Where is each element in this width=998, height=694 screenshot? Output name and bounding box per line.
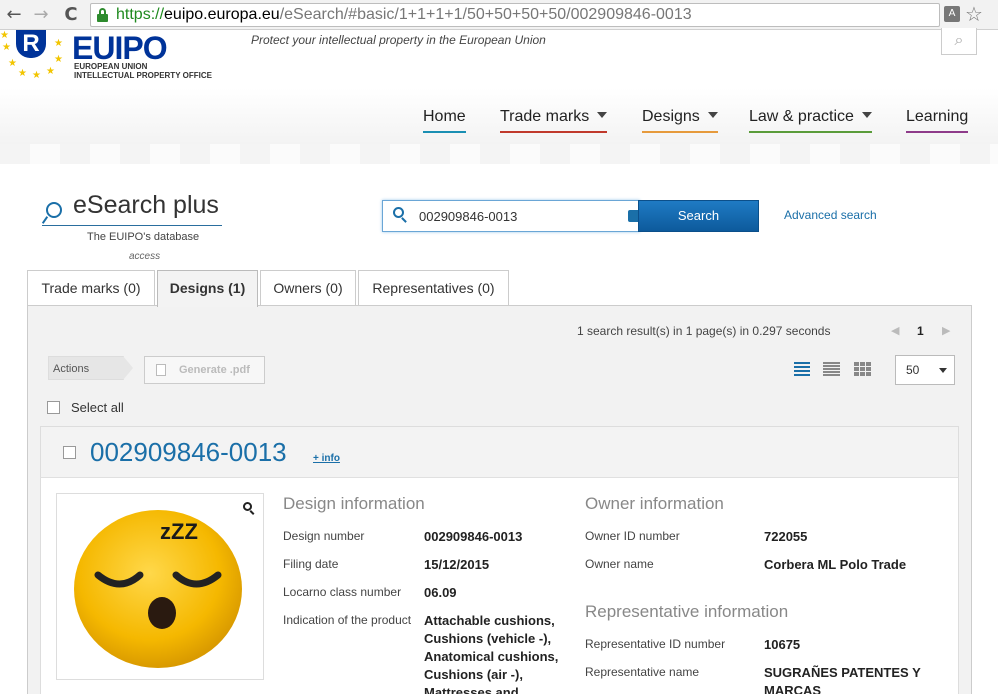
owner-name-value: Corbera ML Polo Trade bbox=[764, 557, 907, 572]
esearch-subtitle-2: access bbox=[129, 251, 161, 262]
design-id-link[interactable]: 002909846-0013 bbox=[90, 437, 287, 468]
forward-arrow-icon[interactable]: → bbox=[30, 4, 52, 26]
url-text: https://euipo.europa.eu/eSearch/#basic/1… bbox=[116, 6, 692, 23]
euipo-logo-mark: R bbox=[16, 30, 46, 58]
representative-name-label: Representative name bbox=[585, 665, 700, 679]
tab-designs[interactable]: Designs (1) bbox=[157, 270, 258, 307]
advanced-search-link[interactable]: Advanced search bbox=[784, 208, 877, 222]
pagination-current-page[interactable]: 1 bbox=[917, 324, 924, 338]
more-info-link[interactable]: + info bbox=[313, 453, 340, 464]
indication-value: Attachable cushions, Cushions (vehicle -… bbox=[424, 613, 559, 694]
results-per-page-select[interactable]: 50 bbox=[895, 355, 955, 385]
chevron-down-icon bbox=[861, 111, 872, 118]
owner-id-label: Owner ID number bbox=[585, 529, 680, 543]
select-all-checkbox[interactable] bbox=[47, 401, 60, 414]
pdf-file-icon bbox=[156, 364, 166, 376]
result-checkbox[interactable] bbox=[63, 446, 76, 459]
nav-divider-strip bbox=[0, 144, 998, 164]
nav-home[interactable]: Home bbox=[423, 108, 466, 133]
owner-id-value: 722055 bbox=[764, 529, 808, 544]
result-count: 1 search result(s) in 1 page(s) in 0.297… bbox=[577, 324, 831, 338]
reload-icon[interactable]: C bbox=[60, 4, 82, 26]
euipo-logo-subtitle: EUROPEAN UNION INTELLECTUAL PROPERTY OFF… bbox=[74, 62, 212, 80]
representative-name-value: SUGRAÑES PATENTES Y MARCAS bbox=[764, 665, 921, 694]
search-icon bbox=[393, 207, 409, 223]
browser-toolbar: ← → C https://euipo.europa.eu/eSearch/#b… bbox=[0, 0, 998, 30]
esearch-subtitle: The EUIPO's database bbox=[87, 231, 200, 243]
owner-name-label: Owner name bbox=[585, 557, 654, 571]
search-box[interactable] bbox=[382, 200, 640, 232]
tab-representatives[interactable]: Representatives (0) bbox=[358, 270, 509, 306]
bookmark-star-icon[interactable]: ☆ bbox=[965, 2, 983, 26]
actions-button[interactable]: Actions bbox=[48, 356, 124, 380]
nav-learning[interactable]: Learning bbox=[906, 108, 969, 133]
back-arrow-icon[interactable]: ← bbox=[3, 4, 25, 26]
esearch-title: eSearch plus bbox=[73, 191, 219, 219]
chevron-down-icon bbox=[707, 111, 718, 118]
emoji-zzz-text: zZZ bbox=[160, 519, 198, 544]
address-bar[interactable]: https://euipo.europa.eu/eSearch/#basic/1… bbox=[90, 3, 940, 27]
list-view-icon[interactable] bbox=[794, 362, 810, 376]
chevron-down-icon bbox=[597, 111, 608, 118]
pagination-next-icon[interactable]: ▶ bbox=[942, 324, 950, 337]
representative-info-title: Representative information bbox=[585, 602, 789, 621]
design-number-label: Design number bbox=[283, 529, 365, 543]
header-search-icon[interactable]: ⌕ bbox=[941, 28, 977, 55]
search-input[interactable] bbox=[419, 207, 619, 225]
filing-date-value: 15/12/2015 bbox=[424, 557, 490, 572]
tab-trade-marks[interactable]: Trade marks (0) bbox=[27, 270, 155, 306]
pagination-prev-icon[interactable]: ◀ bbox=[891, 324, 899, 337]
grid-view-icon[interactable] bbox=[854, 362, 872, 376]
tab-owners[interactable]: Owners (0) bbox=[260, 270, 356, 306]
nav-trade-marks[interactable]: Trade marks bbox=[500, 108, 608, 133]
sleeping-emoji-cushion-image: zZZ bbox=[74, 510, 242, 668]
select-all-label: Select all bbox=[71, 400, 124, 415]
filing-date-label: Filing date bbox=[283, 557, 339, 571]
nav-designs[interactable]: Designs bbox=[642, 108, 718, 133]
representative-id-value: 10675 bbox=[764, 637, 801, 652]
chevron-down-icon bbox=[939, 368, 947, 373]
representative-id-label: Representative ID number bbox=[585, 637, 726, 651]
zoom-in-icon[interactable] bbox=[243, 502, 255, 515]
nav-law-practice[interactable]: Law & practice bbox=[749, 108, 872, 133]
compact-list-view-icon[interactable] bbox=[823, 362, 840, 376]
locarno-value: 06.09 bbox=[424, 585, 457, 600]
design-number-value: 002909846-0013 bbox=[424, 529, 523, 544]
esearch-underline bbox=[42, 225, 222, 226]
owner-info-title: Owner information bbox=[585, 494, 724, 513]
esearch-magnifier-icon bbox=[41, 198, 64, 226]
site-tagline: Protect your intellectual property in th… bbox=[251, 33, 546, 47]
indication-label: Indication of the product bbox=[283, 613, 412, 627]
search-button[interactable]: Search bbox=[638, 200, 759, 232]
design-info-title: Design information bbox=[283, 494, 425, 513]
translate-icon[interactable]: A bbox=[944, 6, 960, 22]
lock-icon bbox=[97, 8, 108, 22]
locarno-label: Locarno class number bbox=[283, 585, 402, 599]
actions-arrow-shape bbox=[123, 356, 133, 380]
euipo-logo-text[interactable]: EUIPO bbox=[72, 32, 168, 64]
